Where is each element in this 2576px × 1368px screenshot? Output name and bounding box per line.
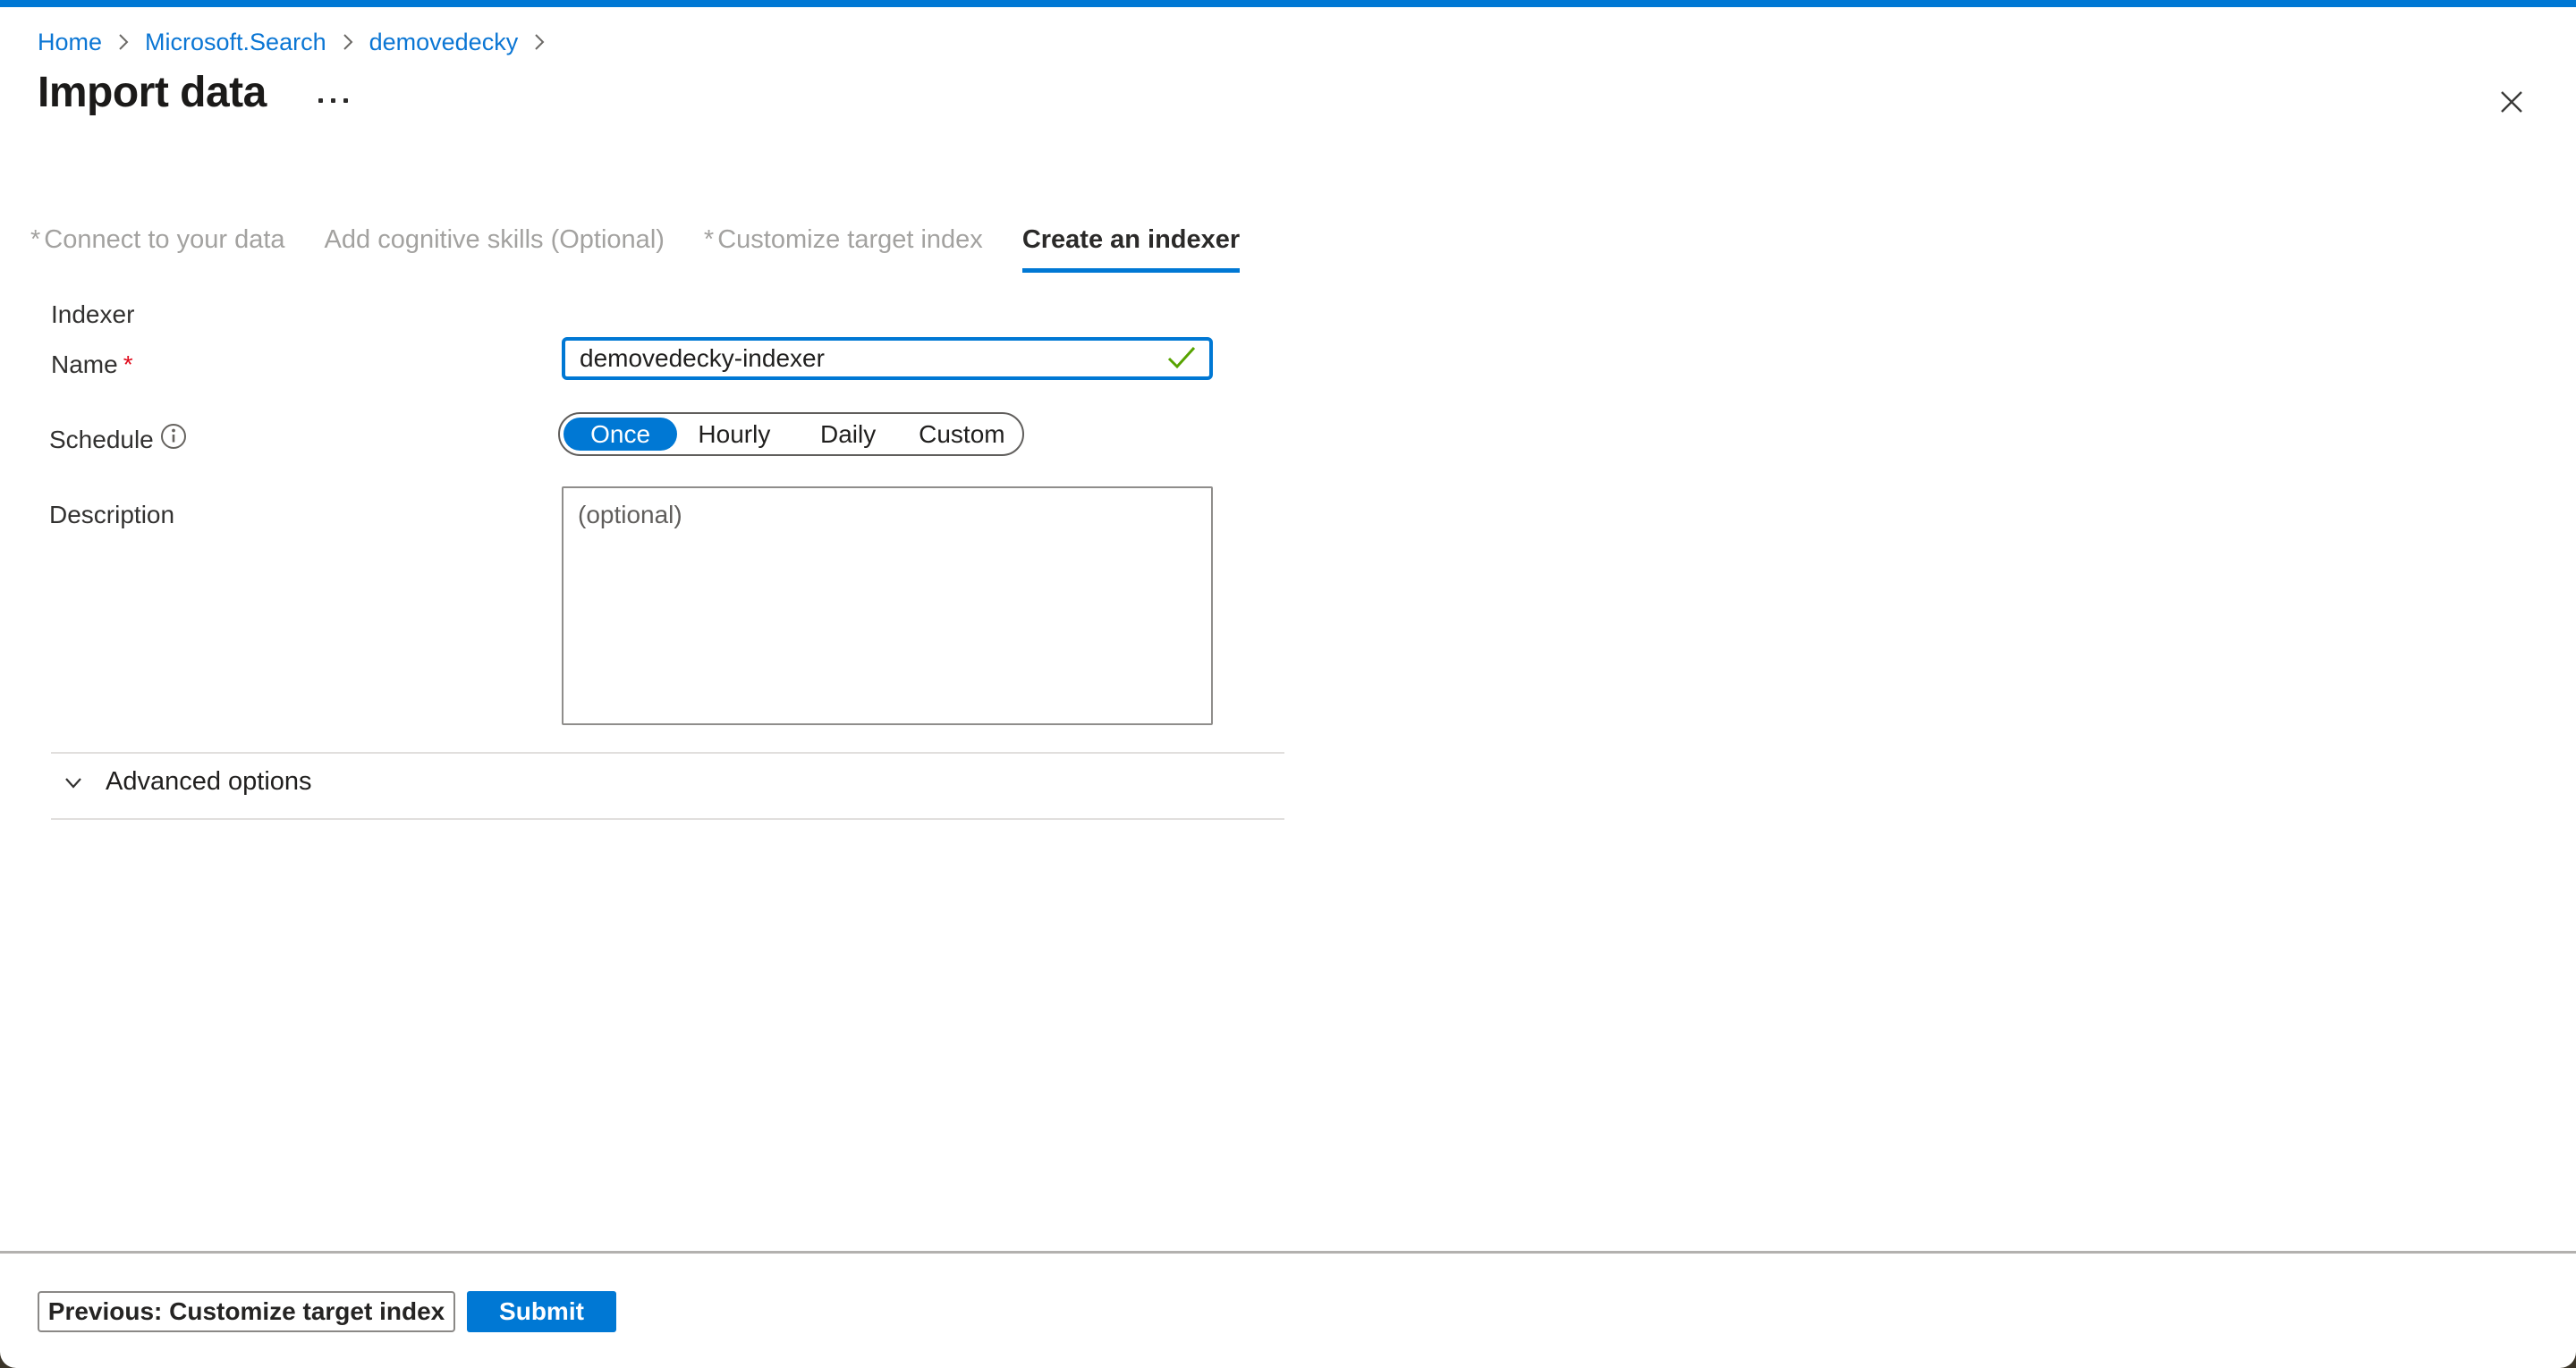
section-divider — [51, 818, 1284, 820]
tab-create-an-indexer[interactable]: Create an indexer — [1022, 226, 1240, 273]
breadcrumb-demovedecky-link[interactable]: demovedecky — [369, 27, 519, 57]
tab-required-marker: * — [704, 226, 714, 253]
tab-label: Customize target index — [717, 226, 983, 253]
info-icon[interactable] — [159, 422, 188, 451]
breadcrumb: Home Microsoft.Search demovedecky — [38, 27, 547, 57]
required-asterisk: * — [123, 350, 133, 378]
section-divider — [51, 752, 1284, 754]
schedule-option-daily[interactable]: Daily — [792, 418, 905, 451]
tab-label: Create an indexer — [1022, 226, 1240, 253]
indexer-section-label: Indexer — [51, 300, 134, 329]
schedule-option-custom[interactable]: Custom — [905, 418, 1019, 451]
description-textarea[interactable] — [562, 486, 1213, 725]
azure-top-stripe — [0, 0, 2576, 7]
chevron-right-icon — [532, 30, 547, 54]
tab-label: Add cognitive skills (Optional) — [325, 226, 665, 253]
previous-step-button[interactable]: Previous: Customize target index — [38, 1291, 455, 1332]
breadcrumb-home-link[interactable]: Home — [38, 27, 102, 57]
tab-required-marker: * — [30, 226, 40, 253]
wizard-tabs: * Connect to your data Add cognitive ski… — [30, 226, 1240, 273]
more-actions-icon[interactable] — [313, 93, 353, 108]
schedule-field-label: Schedule — [49, 426, 154, 454]
page-title: Import data — [38, 68, 267, 117]
advanced-options-label: Advanced options — [106, 767, 312, 797]
schedule-segmented-control: Once Hourly Daily Custom — [558, 412, 1024, 456]
advanced-options-toggle[interactable]: Advanced options — [61, 767, 312, 797]
submit-button[interactable]: Submit — [467, 1291, 616, 1332]
chevron-right-icon — [341, 30, 355, 54]
indexer-name-input[interactable] — [562, 337, 1213, 380]
tab-customize-target-index[interactable]: * Customize target index — [704, 226, 983, 273]
chevron-right-icon — [116, 30, 131, 54]
schedule-option-once[interactable]: Once — [564, 418, 677, 451]
footer-divider — [0, 1251, 2576, 1254]
name-field-label: Name* — [51, 350, 133, 379]
description-field-label: Description — [49, 501, 174, 529]
close-icon[interactable] — [2492, 82, 2531, 122]
breadcrumb-microsoft-search-link[interactable]: Microsoft.Search — [145, 27, 326, 57]
tab-add-cognitive-skills[interactable]: Add cognitive skills (Optional) — [325, 226, 665, 273]
chevron-down-icon — [61, 770, 86, 795]
schedule-option-hourly[interactable]: Hourly — [677, 418, 791, 451]
import-data-panel: Home Microsoft.Search demovedecky Import… — [0, 0, 2576, 1368]
tab-connect-to-your-data[interactable]: * Connect to your data — [30, 226, 285, 273]
tab-label: Connect to your data — [44, 226, 284, 253]
